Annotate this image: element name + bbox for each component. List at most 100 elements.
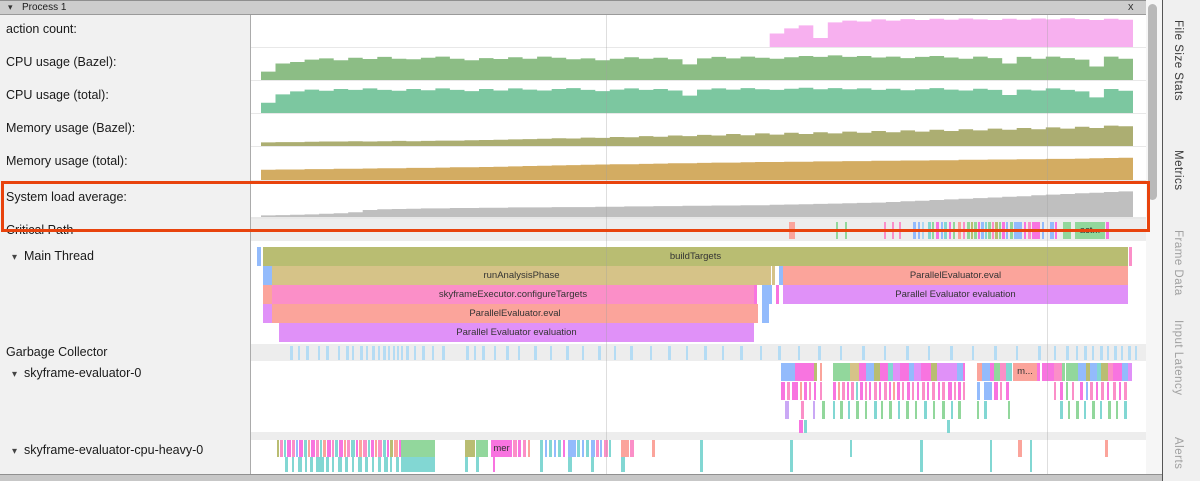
- evaluator0-row1-slice[interactable]: [814, 382, 816, 400]
- cpu-heavy-row0-slice[interactable]: [465, 440, 475, 457]
- evaluator0-row2-slice[interactable]: [1084, 401, 1086, 419]
- cpu-heavy-row0-slice[interactable]: [540, 440, 543, 457]
- cpu-heavy-row1-slice[interactable]: [540, 457, 543, 472]
- gc-tick[interactable]: [366, 346, 368, 360]
- evaluator0-row1-slice[interactable]: [865, 382, 867, 400]
- cpu-heavy-row1-slice[interactable]: [310, 457, 313, 472]
- evaluator0-row0-slice[interactable]: [1101, 363, 1108, 381]
- main-thread-row1-slice[interactable]: ParallelEvaluator.eval: [783, 266, 1128, 285]
- evaluator0-row1-slice[interactable]: [897, 382, 900, 400]
- evaluator0-row2-slice[interactable]: [942, 401, 945, 419]
- evaluator0-row1-slice[interactable]: [1060, 382, 1063, 400]
- cpu-heavy-row0-slice[interactable]: [359, 440, 362, 457]
- cpu-heavy-row0-slice[interactable]: [518, 440, 521, 457]
- evaluator0-row1-slice[interactable]: [833, 382, 836, 400]
- evaluator0-row2-slice[interactable]: [984, 401, 987, 419]
- evaluator0-row1-slice[interactable]: [889, 382, 891, 400]
- gc-tick[interactable]: [1016, 346, 1018, 360]
- cpu-heavy-row0-slice[interactable]: [375, 440, 377, 457]
- gc-tick[interactable]: [1128, 346, 1131, 360]
- cpu-heavy-row0-slice[interactable]: [308, 440, 310, 457]
- cpu-heavy-row0-slice[interactable]: [296, 440, 298, 457]
- cpu-heavy-row1-slice[interactable]: [352, 457, 354, 472]
- cpu-heavy-row0-slice[interactable]: [277, 440, 279, 457]
- chart-row-cpu_bazel[interactable]: [251, 48, 1146, 80]
- gc-tick[interactable]: [840, 346, 842, 360]
- gc-tick[interactable]: [582, 346, 584, 360]
- evaluator0-row3-slice[interactable]: [799, 420, 803, 433]
- horizontal-scrollbar[interactable]: [0, 474, 1162, 481]
- evaluator0-row1-slice[interactable]: [902, 382, 904, 400]
- cpu-heavy-row0-slice[interactable]: [327, 440, 331, 457]
- gc-tick[interactable]: [1092, 346, 1094, 360]
- collapse-icon[interactable]: ▾: [12, 369, 17, 380]
- gc-tick[interactable]: [518, 346, 520, 360]
- evaluator0-row1-slice[interactable]: [938, 382, 940, 400]
- evaluator0-row2-slice[interactable]: [865, 401, 867, 419]
- cpu-heavy-row0-slice[interactable]: [554, 440, 556, 457]
- evaluator0-row1-slice[interactable]: [922, 382, 925, 400]
- cpu-heavy-row0-slice[interactable]: [371, 440, 374, 457]
- evaluator0-row0-slice[interactable]: [1128, 363, 1132, 381]
- cpu-heavy-row0-slice[interactable]: [545, 440, 547, 457]
- gc-tick[interactable]: [346, 346, 349, 360]
- evaluator0-row2-slice[interactable]: [874, 401, 877, 419]
- evaluator0-row0-slice[interactable]: [921, 363, 931, 381]
- cpu-heavy-row1-slice[interactable]: [591, 457, 594, 472]
- cpu-heavy-row0-slice[interactable]: [347, 440, 350, 457]
- cpu-heavy-row1-slice[interactable]: [316, 457, 324, 472]
- evaluator0-row0-slice[interactable]: [781, 363, 795, 381]
- evaluator0-row0-slice[interactable]: [1066, 363, 1078, 381]
- main-thread-row1-slice[interactable]: [772, 266, 775, 285]
- cpu-heavy-row0-slice[interactable]: [368, 440, 370, 457]
- cpu-heavy-row0-slice[interactable]: [549, 440, 552, 457]
- cpu-heavy-row1-slice[interactable]: [621, 457, 625, 472]
- tab-file-size-stats[interactable]: File Size Stats: [1172, 20, 1184, 101]
- evaluator0-row0-slice[interactable]: [1062, 363, 1065, 381]
- gc-tick[interactable]: [928, 346, 930, 360]
- gc-tick[interactable]: [466, 346, 469, 360]
- cpu-heavy-row0-slice[interactable]: [577, 440, 580, 457]
- cpu-heavy-row0-slice[interactable]: [586, 440, 589, 457]
- gc-tick[interactable]: [378, 346, 380, 360]
- gc-tick[interactable]: [906, 346, 909, 360]
- close-icon[interactable]: x: [1128, 1, 1134, 13]
- gc-tick[interactable]: [326, 346, 329, 360]
- cpu-heavy-row0-slice[interactable]: [582, 440, 584, 457]
- gc-tick[interactable]: [298, 346, 300, 360]
- gc-tick[interactable]: [372, 346, 375, 360]
- cpu-heavy-row0-slice[interactable]: [528, 440, 530, 457]
- evaluator0-row1-slice[interactable]: [1066, 382, 1068, 400]
- evaluator0-row0-slice[interactable]: [1078, 363, 1086, 381]
- evaluator0-row2-slice[interactable]: [906, 401, 909, 419]
- main-thread-row1-slice[interactable]: runAnalysisPhase: [272, 266, 771, 285]
- evaluator0-row1-slice[interactable]: [781, 382, 785, 400]
- gc-tick[interactable]: [401, 346, 403, 360]
- evaluator0-row2-slice[interactable]: [1060, 401, 1063, 419]
- cpu-heavy-row1-slice[interactable]: [493, 457, 495, 472]
- evaluator0-row1-slice[interactable]: [1006, 382, 1009, 400]
- gc-tick[interactable]: [598, 346, 601, 360]
- cpu-heavy-row1-slice[interactable]: [1030, 457, 1032, 472]
- evaluator0-row2-slice[interactable]: [1068, 401, 1070, 419]
- cpu-heavy-row1-slice[interactable]: [292, 457, 294, 472]
- gc-tick[interactable]: [614, 346, 616, 360]
- evaluator0-row2-slice[interactable]: [933, 401, 935, 419]
- cpu-heavy-row0-slice[interactable]: [332, 440, 334, 457]
- gc-tick[interactable]: [686, 346, 688, 360]
- evaluator0-row1-slice[interactable]: [1113, 382, 1116, 400]
- main-thread-row0-slice[interactable]: [1129, 247, 1132, 266]
- evaluator0-row1-slice[interactable]: [912, 382, 914, 400]
- gc-tick[interactable]: [290, 346, 293, 360]
- evaluator0-row2-slice[interactable]: [1076, 401, 1079, 419]
- cpu-heavy-row0-slice[interactable]: [304, 440, 307, 457]
- main-thread-row2-slice[interactable]: [754, 285, 757, 304]
- evaluator0-row2-slice[interactable]: [822, 401, 825, 419]
- evaluator0-row0-slice[interactable]: [893, 363, 900, 381]
- evaluator0-row2-slice[interactable]: [785, 401, 789, 419]
- gc-tick[interactable]: [1114, 346, 1117, 360]
- cpu-heavy-row0-slice[interactable]: [523, 440, 526, 457]
- cpu-heavy-row1-slice[interactable]: [390, 457, 392, 472]
- gc-tick[interactable]: [1066, 346, 1069, 360]
- evaluator0-row1-slice[interactable]: [1072, 382, 1074, 400]
